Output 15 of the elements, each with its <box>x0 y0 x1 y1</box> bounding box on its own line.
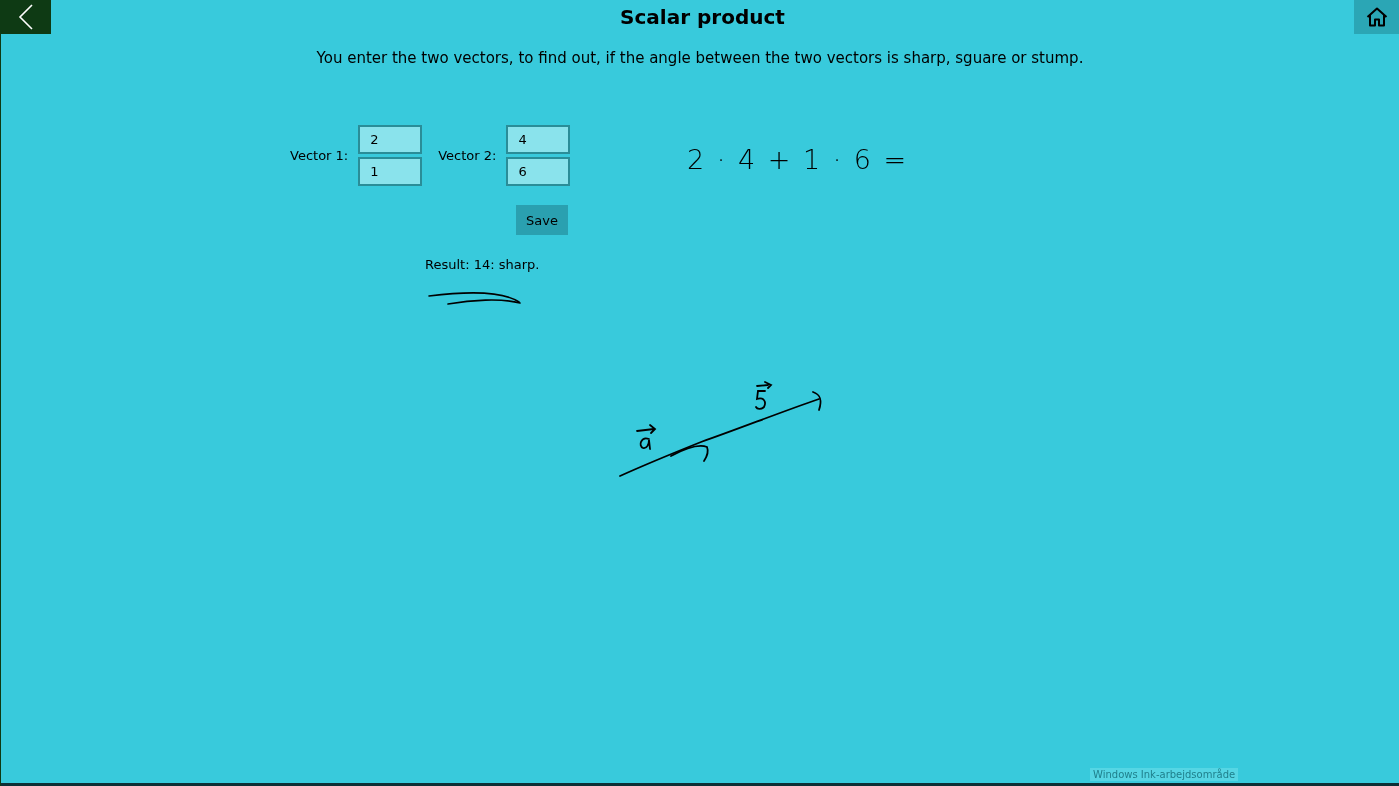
vector-label: Vector 2: <box>438 148 497 163</box>
result-text: Result: 14: sharp. <box>425 257 540 272</box>
home-button[interactable] <box>1354 0 1399 34</box>
input-field[interactable]: 2 <box>358 125 423 154</box>
save-button[interactable]: Save <box>516 205 568 235</box>
input-field[interactable]: 6 <box>506 157 571 186</box>
back-button[interactable] <box>1 0 51 34</box>
handwritten-formula: 2 · 4 + 1 · 6 = <box>687 144 909 175</box>
page-title: Scalar product <box>619 5 786 29</box>
description-text: You enter the two vectors, to find out, if the angle between the two vectors is sharp, sguare or stump. <box>315 49 1085 67</box>
home-icon <box>1365 7 1388 27</box>
input-field[interactable]: 4 <box>506 125 571 154</box>
ink-workspace-label: Windows Ink-arbejdsområde <box>1090 768 1239 781</box>
input-field[interactable]: 1 <box>358 157 423 186</box>
vector-label: Vector 1: <box>290 148 349 163</box>
